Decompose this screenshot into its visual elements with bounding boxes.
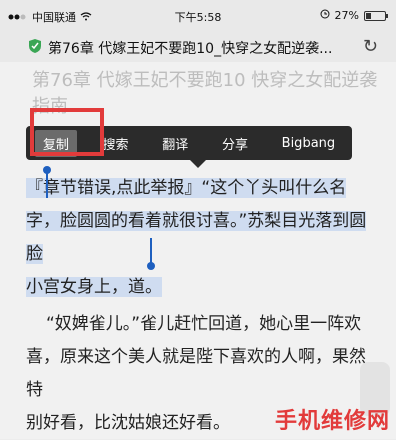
browser-address-bar[interactable]: 第76章 代嫁王妃不要跑10_快穿之女配逆袭... ↻	[0, 32, 396, 63]
reload-icon[interactable]: ↻	[363, 36, 378, 57]
share-button[interactable]: 分享	[214, 130, 256, 157]
watermark: 手机维修网	[274, 409, 390, 434]
text-line: 『章节错误,点此举报』“这个丫头叫什么名	[26, 178, 347, 198]
text-line: 小宫女身上，道。	[26, 277, 162, 297]
text-line: 喜，原来这个美人就是陛下喜欢的人啊，果然特	[26, 347, 366, 400]
battery-percent: 27%	[334, 9, 359, 22]
reader-content: 第76章 代嫁王妃不要跑10 快穿之女配逆袭指南 『章节错误,点此举报』“这个丫…	[0, 62, 396, 439]
status-bar: 中国联通 下午5:58 27%	[0, 0, 396, 32]
menu-pointer	[190, 160, 206, 168]
copy-highlight-box	[30, 108, 104, 156]
selected-paragraph[interactable]: 『章节错误,点此举报』“这个丫头叫什么名 字，脸圆圆的看着就很讨喜。”苏梨目光落…	[26, 172, 376, 304]
shield-icon	[28, 38, 42, 58]
page-title[interactable]: 第76章 代嫁王妃不要跑10_快穿之女配逆袭...	[48, 38, 348, 58]
alarm-icon	[320, 9, 330, 22]
status-right: 27%	[320, 9, 388, 22]
selection-end-handle[interactable]	[147, 238, 155, 270]
selection-start-handle[interactable]	[43, 166, 51, 198]
translate-button[interactable]: 翻译	[154, 130, 196, 157]
text-line: “奴婢雀儿。”雀儿赶忙回道，她心里一阵欢	[46, 314, 362, 334]
battery-icon	[364, 10, 388, 21]
bigbang-button[interactable]: Bigbang	[274, 132, 344, 155]
text-line: 字，脸圆圆的看着就很讨喜。”苏梨目光落到圆脸	[26, 211, 367, 264]
